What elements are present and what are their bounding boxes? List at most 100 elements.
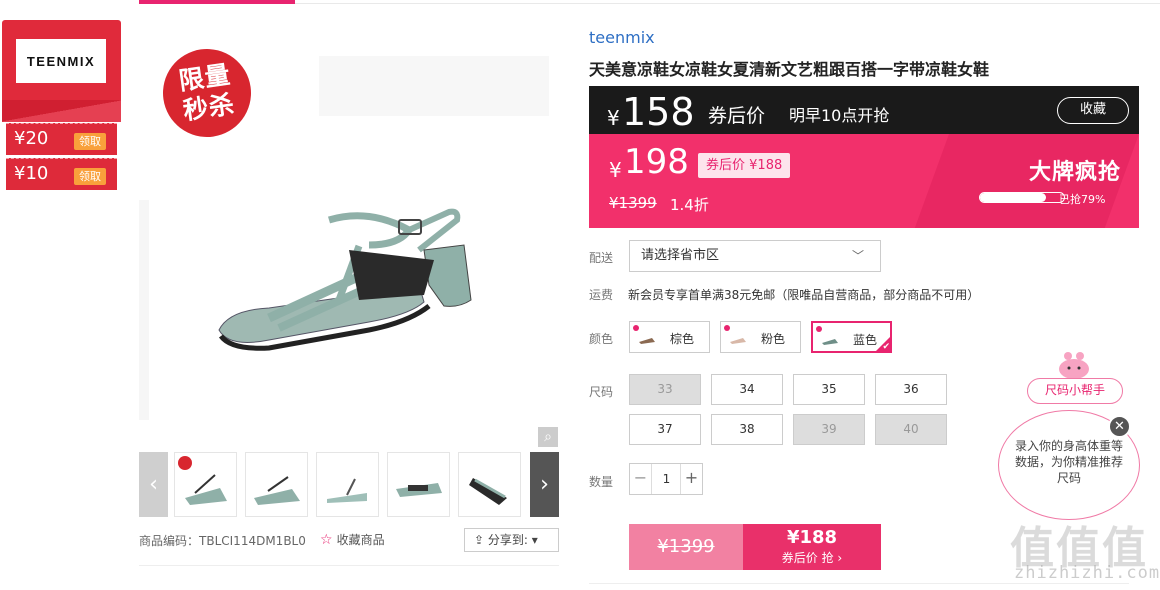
color-option-brown[interactable]: 棕色 — [629, 321, 710, 353]
sold-progress-fill — [980, 193, 1047, 202]
thumbnail[interactable] — [316, 452, 379, 517]
color-option-label: 棕色 — [670, 332, 695, 346]
big-brand-grab-label: 大牌疯抢 — [1029, 160, 1122, 185]
size-option-40[interactable]: 40 — [875, 414, 947, 445]
color-swatch-image — [822, 339, 838, 345]
chevron-down-icon: ▾ — [527, 533, 538, 547]
claim-coupon-button[interactable]: 领取 — [74, 168, 106, 185]
sold-progress-text: 已抢79% — [1059, 193, 1106, 206]
thumbnail-next-button[interactable]: › — [530, 452, 559, 517]
coupon-tag-price: ¥188 — [749, 158, 783, 173]
faded-background-image — [319, 56, 549, 116]
color-option-blue[interactable]: 蓝色 ✔ — [811, 321, 892, 353]
product-title: 天美意凉鞋女凉鞋女夏清新文艺粗跟百搭一字带凉鞋女鞋 — [589, 60, 990, 79]
shipping-info: 新会员专享首单满38元免邮（限唯品自营商品，部分商品不可用） — [628, 288, 980, 302]
brand-card: TEENMIX — [2, 20, 121, 122]
top-accent-bar — [139, 0, 295, 4]
divider — [589, 583, 1129, 584]
size-option-36[interactable]: 36 — [875, 374, 947, 405]
watermark-url: zhizhizhi.com — [1014, 563, 1160, 583]
claim-coupon-button[interactable]: 领取 — [74, 133, 106, 150]
quantity-decrease-button[interactable]: − — [630, 464, 652, 494]
thumbnail[interactable] — [174, 452, 237, 517]
thumbnail[interactable] — [387, 452, 450, 517]
thumbnail-image — [327, 478, 367, 503]
brand-card-fold — [2, 100, 121, 122]
flash-sale-badge: 限量 秒杀 — [157, 43, 257, 143]
main-product-image — [218, 208, 472, 351]
size-option-35[interactable]: 35 — [793, 374, 865, 405]
size-option-39[interactable]: 39 — [793, 414, 865, 445]
brand-logo[interactable]: TEENMIX — [16, 39, 106, 83]
buy-price: ¥188 — [786, 527, 838, 548]
favorite-button[interactable]: 收藏 — [1057, 97, 1129, 124]
share-button[interactable]: ⇪ 分享到: ▾ — [464, 528, 559, 552]
coupon-20[interactable]: ¥20 领取 — [6, 123, 117, 155]
sale-price: 198 — [624, 142, 689, 182]
sale-start-time: 明早10点开抢 — [789, 106, 890, 125]
region-select-value: 请选择省市区 — [641, 248, 720, 263]
coupon-tag-label: 券后价 — [706, 158, 746, 173]
buy-original-price[interactable]: ¥1399 — [629, 524, 743, 570]
thumbnail[interactable] — [245, 452, 308, 517]
product-code-label: 商品编码： — [139, 534, 200, 548]
thumbnail-image — [469, 478, 507, 505]
thumbnail[interactable] — [458, 452, 521, 517]
zoom-icon[interactable]: ⌕ — [538, 427, 558, 447]
product-gallery[interactable]: 限量 秒杀 ⌕ — [139, 20, 559, 448]
mascot-icon[interactable] — [1056, 350, 1092, 380]
shipping-label: 运费 — [589, 288, 614, 302]
coupon-10[interactable]: ¥10 领取 — [6, 158, 117, 190]
coupon-amount: ¥10 — [14, 163, 49, 184]
check-icon: ✔ — [882, 342, 890, 352]
color-label: 颜色 — [589, 332, 614, 346]
original-price: ¥1399 — [609, 194, 657, 212]
after-coupon-label: 券后价 — [708, 105, 766, 127]
product-code-value: TBLCI114DM1BL0 — [199, 534, 306, 548]
faded-background-image — [139, 200, 149, 420]
thumbnail-image — [396, 483, 442, 497]
quantity-input[interactable]: 1 — [652, 464, 681, 494]
currency-symbol: ¥ — [609, 158, 622, 182]
flash-sale-text: 限量 秒杀 — [177, 59, 237, 126]
thumbnail-strip: ‹ › — [139, 452, 559, 517]
currency-symbol: ¥ — [607, 106, 620, 130]
share-label: 分享到: — [487, 533, 528, 547]
flash-sale-mini-badge — [178, 456, 192, 470]
top-divider — [295, 3, 1160, 4]
coupon-price-banner: ¥ 158 券后价 明早10点开抢 收藏 — [589, 86, 1139, 134]
buy-now-button[interactable]: ¥188 券后价 抢 › — [743, 524, 881, 570]
quantity-increase-button[interactable]: + — [680, 464, 702, 494]
discount-rate: 1.4折 — [670, 196, 709, 214]
sale-price-banner: ¥ 198 券后价 ¥188 ¥1399 1.4折 大牌疯抢 已抢79% — [589, 134, 1139, 228]
delivery-label: 配送 — [589, 251, 614, 265]
size-option-34[interactable]: 34 — [711, 374, 783, 405]
favorite-product-label: 收藏商品 — [336, 533, 385, 547]
thumbnail-image — [254, 476, 300, 505]
size-option-33[interactable]: 33 — [629, 374, 701, 405]
size-helper-button[interactable]: 尺码小帮手 — [1027, 378, 1123, 404]
color-swatch-image — [639, 338, 655, 344]
size-option-38[interactable]: 38 — [711, 414, 783, 445]
share-icon: ⇪ — [474, 533, 488, 547]
region-select[interactable]: 请选择省市区 ﹀ — [629, 240, 881, 272]
brand-link[interactable]: teenmix — [589, 28, 655, 47]
sold-progress-bar — [979, 192, 1065, 203]
product-code: 商品编码：TBLCI114DM1BL0 — [139, 532, 306, 549]
color-option-pink[interactable]: 粉色 — [720, 321, 801, 353]
chevron-down-icon: ﹀ — [851, 249, 864, 263]
coupon-price-tag: 券后价 ¥188 — [698, 153, 791, 178]
quantity-label: 数量 — [589, 475, 614, 489]
thumbnail-prev-button[interactable]: ‹ — [139, 452, 168, 517]
size-label: 尺码 — [589, 385, 614, 399]
color-option-label: 粉色 — [761, 332, 786, 346]
size-option-37[interactable]: 37 — [629, 414, 701, 445]
close-icon[interactable]: ✕ — [1108, 415, 1131, 438]
coupon-amount: ¥20 — [14, 128, 49, 149]
size-helper-text: 录入你的身高体重等数据，为你精准推荐尺码 — [1014, 439, 1123, 485]
favorite-product-link[interactable]: ☆ 收藏商品 — [320, 531, 385, 548]
star-icon: ☆ — [320, 532, 333, 548]
coupon-panel: TEENMIX ¥20 领取 ¥10 领取 — [2, 20, 121, 192]
buy-action-label: 券后价 抢 › — [781, 551, 843, 565]
quantity-stepper: − 1 + — [629, 463, 703, 495]
